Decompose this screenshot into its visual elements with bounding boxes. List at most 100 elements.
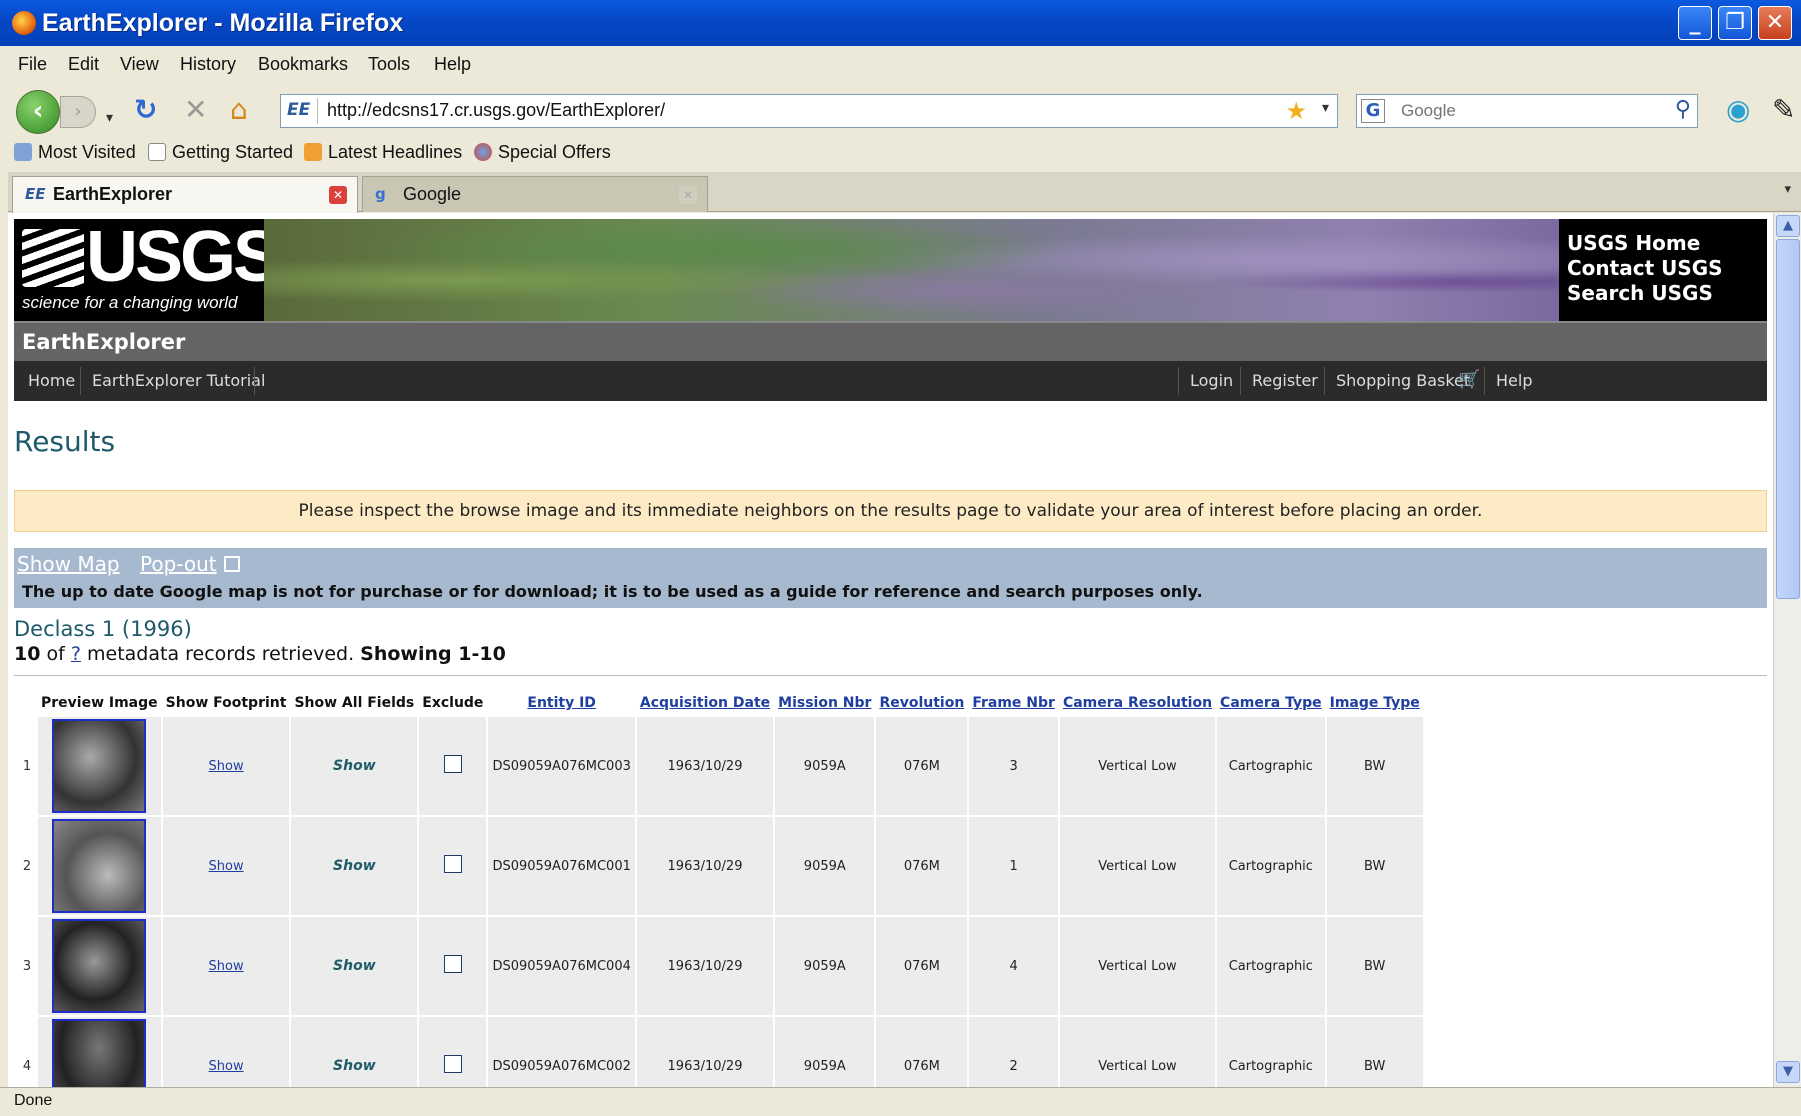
navigation-toolbar: ‹ › ▾ ↻ ✕ ⌂ EE http://edcsns17.cr.usgs.g… <box>8 84 1801 136</box>
menu-tools[interactable]: Tools <box>368 54 410 75</box>
show-all-fields-link[interactable]: Show <box>333 858 376 874</box>
tab-close-icon[interactable]: ✕ <box>679 186 697 204</box>
exclude-cell <box>419 817 487 915</box>
menu-file[interactable]: File <box>18 54 47 75</box>
header-show-all-fields: Show All Fields <box>294 695 415 711</box>
usgs-logo[interactable]: USGS science for a changing world <box>14 219 281 321</box>
entity-id-cell: DS09059A076MC002 <box>488 1017 635 1087</box>
usgs-waves-icon <box>22 229 84 287</box>
bookmark-special-offers[interactable]: Special Offers <box>474 142 611 163</box>
tab-google[interactable]: g Google ✕ <box>362 176 708 212</box>
search-engine-icon[interactable]: G <box>1361 99 1385 123</box>
sort-camera-type[interactable]: Camera Type <box>1220 695 1322 711</box>
shopping-cart-icon[interactable]: 🛒 <box>1458 369 1480 390</box>
search-usgs-link[interactable]: Search USGS <box>1567 281 1767 306</box>
popout-icon[interactable] <box>224 556 240 572</box>
sort-frame-nbr[interactable]: Frame Nbr <box>972 695 1055 711</box>
show-map-link[interactable]: Show Map <box>17 552 120 576</box>
bookmark-getting-started[interactable]: Getting Started <box>148 142 293 163</box>
preview-thumbnail[interactable] <box>52 719 147 813</box>
menu-history[interactable]: History <box>180 54 236 75</box>
tab-close-icon[interactable]: ✕ <box>329 186 347 204</box>
minimize-button[interactable]: _ <box>1678 6 1712 40</box>
header-camera-type: Camera Type <box>1217 691 1325 715</box>
exclude-checkbox[interactable] <box>443 855 462 873</box>
usgs-logo-text: USGS <box>86 217 281 297</box>
menu-edit[interactable]: Edit <box>68 54 99 75</box>
nav-tutorial[interactable]: EarthExplorer Tutorial <box>92 371 265 390</box>
nav-help[interactable]: Help <box>1496 371 1532 390</box>
bookmark-latest-headlines[interactable]: Latest Headlines <box>304 142 462 163</box>
scroll-up-icon[interactable]: ▲ <box>1776 215 1800 237</box>
close-button[interactable]: ✕ <box>1758 6 1792 40</box>
toolbar-extension-icon[interactable]: ✎ <box>1772 94 1795 126</box>
url-text[interactable]: http://edcsns17.cr.usgs.gov/EarthExplore… <box>327 100 665 121</box>
preview-thumbnail[interactable] <box>52 919 147 1013</box>
nav-login[interactable]: Login <box>1190 371 1233 390</box>
row-number: 3 <box>18 917 36 1015</box>
addon-icon[interactable]: ◉ <box>1726 94 1750 126</box>
history-dropdown-icon[interactable]: ▾ <box>106 102 113 134</box>
tab-list-icon[interactable]: ▾ <box>1784 182 1791 197</box>
url-bar[interactable]: EE http://edcsns17.cr.usgs.gov/EarthExpl… <box>280 94 1338 128</box>
show-footprint-link[interactable]: Show <box>209 959 244 974</box>
search-bar[interactable]: G ⚲ <box>1356 94 1698 128</box>
sort-revolution[interactable]: Revolution <box>879 695 964 711</box>
table-row: 3 Show Show DS09059A076MC004 1963/10/29 … <box>18 917 1423 1015</box>
reload-icon[interactable]: ↻ <box>134 94 157 126</box>
all-fields-cell: Show <box>291 717 418 815</box>
total-help-link[interactable]: ? <box>71 643 81 665</box>
preview-thumbnail[interactable] <box>52 819 147 913</box>
sort-mission-nbr[interactable]: Mission Nbr <box>778 695 871 711</box>
footprint-cell: Show <box>162 1017 290 1087</box>
sort-entity-id[interactable]: Entity ID <box>527 695 596 711</box>
search-icon[interactable]: ⚲ <box>1675 97 1691 122</box>
vertical-scrollbar[interactable]: ▲ ▼ <box>1773 213 1801 1087</box>
home-icon[interactable]: ⌂ <box>230 94 248 126</box>
record-count-of: of <box>46 643 65 665</box>
show-all-fields-link[interactable]: Show <box>333 958 376 974</box>
usgs-home-link[interactable]: USGS Home <box>1567 231 1767 256</box>
exclude-checkbox[interactable] <box>443 755 462 773</box>
back-button[interactable]: ‹ <box>16 90 60 134</box>
nav-register[interactable]: Register <box>1252 371 1318 390</box>
contact-usgs-link[interactable]: Contact USGS <box>1567 256 1767 281</box>
sort-camera-resolution[interactable]: Camera Resolution <box>1063 695 1212 711</box>
show-all-fields-link[interactable]: Show <box>333 758 376 774</box>
show-footprint-link[interactable]: Show <box>209 859 244 874</box>
menu-help[interactable]: Help <box>434 54 471 75</box>
record-count-value: 10 <box>14 643 41 665</box>
scroll-down-icon[interactable]: ▼ <box>1776 1061 1800 1083</box>
exclude-checkbox[interactable] <box>443 955 462 973</box>
nav-home[interactable]: Home <box>28 371 75 390</box>
show-footprint-link[interactable]: Show <box>209 1059 244 1074</box>
entity-id-cell: DS09059A076MC003 <box>488 717 635 815</box>
scroll-thumb[interactable] <box>1776 239 1800 599</box>
show-all-fields-link[interactable]: Show <box>333 1058 376 1074</box>
bookmark-star-icon[interactable]: ★ <box>1285 97 1307 125</box>
menu-view[interactable]: View <box>120 54 159 75</box>
search-input[interactable] <box>1401 99 1641 123</box>
sort-acquisition-date[interactable]: Acquisition Date <box>640 695 770 711</box>
all-fields-cell: Show <box>291 817 418 915</box>
url-dropdown-icon[interactable]: ▾ <box>1322 100 1329 116</box>
sort-image-type[interactable]: Image Type <box>1330 695 1420 711</box>
popout-link[interactable]: Pop-out <box>140 552 217 576</box>
stop-icon[interactable]: ✕ <box>184 94 207 126</box>
dataset-title: Declass 1 (1996) <box>14 617 192 641</box>
table-row: 1 Show Show DS09059A076MC003 1963/10/29 … <box>18 717 1423 815</box>
nav-separator <box>1178 367 1179 395</box>
show-footprint-link[interactable]: Show <box>209 759 244 774</box>
maximize-button[interactable]: ❐ <box>1718 6 1752 40</box>
tab-earthexplorer[interactable]: EE EarthExplorer ✕ <box>12 176 358 213</box>
forward-button[interactable]: › <box>60 96 96 128</box>
menu-bookmarks[interactable]: Bookmarks <box>258 54 348 75</box>
camera-resolution-cell: Vertical Low <box>1059 917 1216 1015</box>
exclude-checkbox[interactable] <box>443 1055 462 1073</box>
preview-thumbnail[interactable] <box>52 1019 147 1087</box>
nav-shopping-basket[interactable]: Shopping Basket <box>1336 371 1470 390</box>
bookmark-most-visited[interactable]: Most Visited <box>14 142 136 163</box>
header-entity-id: Entity ID <box>488 691 634 715</box>
tab-label: Google <box>403 184 462 204</box>
nav-separator <box>80 367 81 395</box>
